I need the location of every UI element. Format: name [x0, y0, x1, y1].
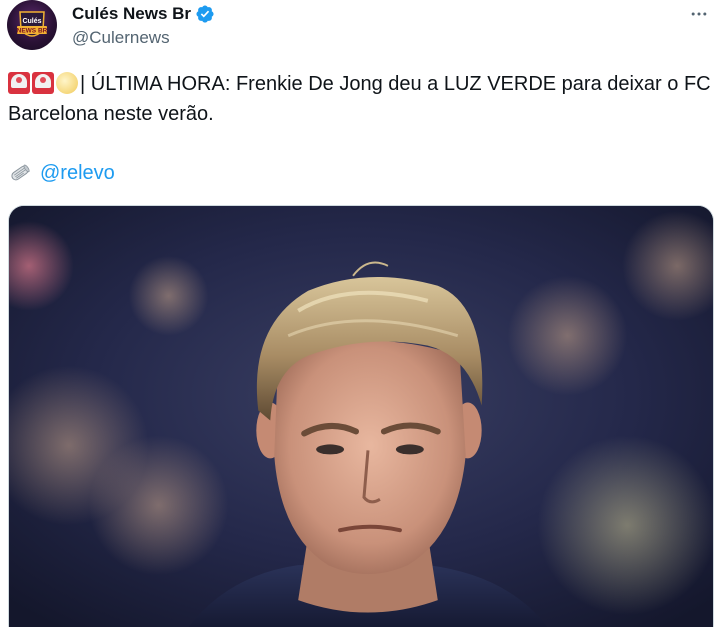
tweet-text-content: | ÚLTIMA HORA: Frenkie De Jong deu a LUZ…: [8, 73, 711, 125]
avatar-text-bottom: NEWS BR: [17, 28, 48, 35]
rotating-light-icon: [32, 72, 54, 94]
avatar-logo-icon: Culés NEWS BR: [17, 11, 48, 37]
rotating-light-icon: [8, 72, 30, 94]
tweet-photo[interactable]: [8, 205, 714, 627]
verified-badge-icon: [195, 4, 215, 24]
more-options-icon[interactable]: [687, 2, 711, 26]
author-display-name[interactable]: Culés News Br: [72, 4, 191, 24]
avatar[interactable]: Culés NEWS BR: [7, 0, 57, 50]
player-photo: [9, 206, 713, 627]
source-mention-link[interactable]: @relevo: [40, 158, 115, 188]
avatar-text-top: Culés: [22, 18, 41, 25]
author-handle[interactable]: @Culernews: [72, 28, 170, 48]
tweet-card[interactable]: Culés NEWS BR Culés News Br @Culernews |…: [0, 0, 723, 627]
newspaper-icon: [8, 161, 32, 185]
tweet-source: @relevo: [8, 158, 115, 188]
tweet-text: | ÚLTIMA HORA: Frenkie De Jong deu a LUZ…: [8, 69, 714, 129]
author-name-row[interactable]: Culés News Br: [72, 3, 215, 25]
full-moon-icon: [56, 72, 78, 94]
